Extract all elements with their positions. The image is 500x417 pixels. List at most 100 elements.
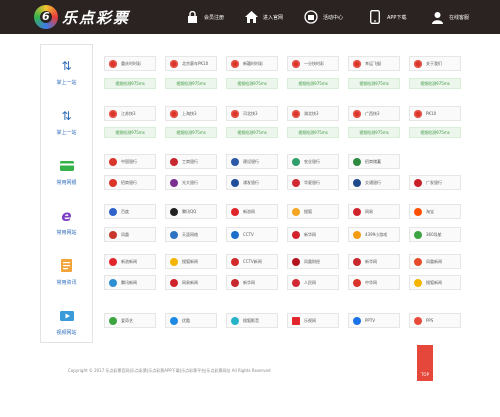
website-link[interactable]: 新华网 [287,227,339,242]
sidebar-item-websites[interactable]: e 常用网站 [41,197,92,247]
back-to-top-button[interactable]: TOP [417,345,433,381]
lottery-label: 河北快3 [243,110,258,116]
nav-register[interactable]: 会员注册 [185,6,224,28]
website-label: 天涯网络 [182,231,198,237]
news-link[interactable]: 凤凰新闻 [409,254,461,269]
website-link[interactable]: 360导航 [409,227,461,242]
news-label: 搜狐新闻 [182,258,198,264]
video-icon [109,316,117,325]
website-link[interactable]: 新浪网 [226,204,278,219]
nav-support-label: 在线客服 [449,14,470,21]
lottery-link[interactable]: 重庆时时彩 [104,56,156,71]
news-link[interactable]: 人民网 [287,275,339,290]
site-logo[interactable]: 6 乐点彩票 [34,4,130,30]
news-icon [414,278,422,287]
news-link[interactable]: 搜狐新闻 [165,254,217,269]
bank-icon [231,178,239,187]
bank-link[interactable]: 工商银行 [165,154,217,169]
bank-icon [292,157,300,166]
website-link[interactable]: 腾讯QQ [165,204,217,219]
video-link[interactable]: 搜狐影音 [226,313,278,328]
sidebar-item-mobile-1[interactable]: ⇅ 掌上一站 [41,47,92,97]
bank-link[interactable]: 广发银行 [409,175,461,190]
bank-link[interactable]: 建设银行 [226,154,278,169]
sidebar-item-mobile-2[interactable]: ⇅ 掌上一站 [41,97,92,147]
website-link[interactable]: 4399小游戏 [348,227,400,242]
video-link[interactable]: PPS [409,313,461,328]
bank-link[interactable]: 交通银行 [348,175,400,190]
news-label: 腾讯新闻 [121,279,137,285]
news-link[interactable]: 新华网 [226,275,278,290]
nav-support[interactable]: 在线客服 [430,6,469,28]
website-label: 搜狐 [304,208,312,214]
website-link[interactable]: 天涯网络 [165,227,217,242]
lottery-link[interactable]: 幸运飞艇 [348,56,400,71]
news-link[interactable]: 新浪新闻 [104,254,156,269]
bank-icon [353,157,361,166]
website-link[interactable]: CCTV [226,227,278,242]
website-link[interactable]: 淘宝 [409,204,461,219]
video-link[interactable]: 爱奇艺 [104,313,156,328]
website-link[interactable]: 凤凰 [104,227,156,242]
home-icon [244,10,258,24]
lottery-link[interactable]: 河北快3 [226,106,278,121]
lottery-link[interactable]: 湖北快3 [287,106,339,121]
lottery-link[interactable]: PK10 [409,106,461,121]
lottery-link[interactable]: 一分快时彩 [287,56,339,71]
video-label: 乐视网 [304,317,316,323]
website-label: 凤凰 [121,231,129,237]
video-label: 搜狐影音 [243,317,259,323]
news-link[interactable]: 中华网 [348,275,400,290]
website-link[interactable]: 百度 [104,204,156,219]
bank-label: 广发银行 [426,179,442,185]
bank-icon [414,178,422,187]
speed-badge: 视频检测975ms [104,127,156,138]
news-link[interactable]: CCTV新闻 [226,254,278,269]
bank-link[interactable]: 中国银行 [104,154,156,169]
news-link[interactable]: 网易新闻 [165,275,217,290]
website-link[interactable]: 搜狐 [287,204,339,219]
video-link[interactable]: 优酷 [165,313,217,328]
lottery-link[interactable]: 广西快3 [348,106,400,121]
nav-promotions[interactable]: 活动中心 [304,6,343,28]
bank-link[interactable]: 浦发银行 [226,175,278,190]
bank-link[interactable]: 华夏银行 [287,175,339,190]
bank-link[interactable]: 光大银行 [165,175,217,190]
video-link[interactable]: 乐视网 [287,313,339,328]
top-navigation-bar: 6 乐点彩票 会员注册 进入官网 活动中心 APP下载 在线客服 [0,0,500,34]
news-label: 中华网 [365,279,377,285]
lottery-link[interactable]: 江苏快3 [104,106,156,121]
nav-app-download[interactable]: APP下载 [368,6,406,28]
lottery-link[interactable]: 上海快3 [165,106,217,121]
lottery-label: 上海快3 [182,110,197,116]
news-link[interactable]: 凤凰财经 [287,254,339,269]
sidebar-item-label: 视频网站 [56,329,77,336]
bank-label: 农业银行 [304,158,320,164]
speed-badge: 视频检测975ms [409,78,461,89]
lottery-icon [231,59,239,68]
website-icon [292,230,300,239]
website-label: 淘宝 [426,208,434,214]
sidebar-item-video[interactable]: 视频网站 [41,297,92,347]
nav-register-label: 会员注册 [204,14,225,21]
sidebar-item-banks[interactable]: 常用网银 [41,147,92,197]
video-icon [292,316,300,325]
news-label: 新华网 [243,279,255,285]
lottery-link[interactable]: 关于我们 [409,56,461,71]
news-link[interactable]: 新华网 [348,254,400,269]
lottery-link[interactable]: 新疆时时彩 [226,56,278,71]
nav-home[interactable]: 进入官网 [244,6,283,28]
bank-link[interactable]: 招商银行 [104,175,156,190]
sidebar-item-news[interactable]: 常用资讯 [41,247,92,297]
bank-link[interactable]: 农业银行 [287,154,339,169]
sidebar-item-label: 掌上一站 [56,129,77,136]
lottery-link[interactable]: 北京赛车PK10 [165,56,217,71]
bank-link[interactable]: 招商储蓄 [348,154,400,169]
lottery-icon [231,109,239,118]
video-link[interactable]: PPTV [348,313,400,328]
news-link[interactable]: 腾讯新闻 [104,275,156,290]
website-link[interactable]: 网易 [348,204,400,219]
website-label: 腾讯QQ [182,208,197,214]
news-icon [109,278,117,287]
news-link[interactable]: 搜狐新闻 [409,275,461,290]
